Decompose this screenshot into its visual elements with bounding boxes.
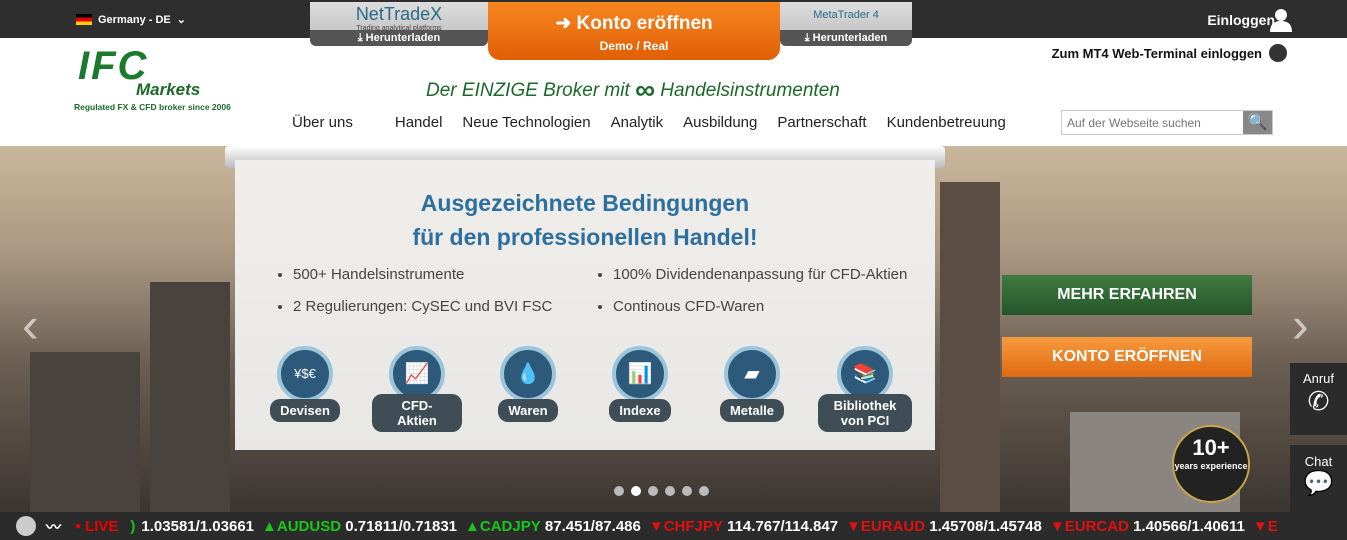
nav-kundenbetreuung[interactable]: Kundenbetreuung	[887, 114, 1006, 131]
mt4-web-terminal-link[interactable]: Zum MT4 Web-Terminal einloggen	[1052, 46, 1262, 61]
live-label: LIVE	[85, 517, 119, 535]
globe-icon	[1269, 44, 1287, 62]
open-account-sub: Demo / Real	[599, 39, 669, 53]
quote-symbol-chfjpy[interactable]: ▼CHFJPY	[649, 518, 723, 535]
quote-value: 87.451/87.486	[544, 517, 641, 535]
category-waren[interactable]: 💧 Waren	[483, 346, 573, 422]
nav-handel[interactable]: Handel	[395, 114, 443, 131]
login-link[interactable]: Einloggen	[1207, 12, 1275, 28]
arrow-right-icon: ➜	[555, 13, 572, 34]
quote-value: 1.40566/1.40611	[1133, 517, 1245, 535]
mt4-download[interactable]: MetaTrader 4 ⤓ Herunterladen	[780, 2, 912, 46]
slide-dots	[614, 486, 709, 496]
category-metalle[interactable]: ▰ Metalle	[707, 346, 797, 422]
open-account-button[interactable]: ➜ Konto eröffnen Demo / Real	[488, 2, 780, 60]
user-icon[interactable]	[1270, 8, 1292, 32]
gold-bars-icon: ▰	[724, 346, 780, 402]
ifc-seal-icon	[16, 516, 36, 536]
search-input[interactable]	[1062, 111, 1243, 134]
ifc-markets-logo[interactable]: IFC Markets Regulated FX & CFD broker si…	[74, 46, 238, 112]
quote-value: 114.767/114.847	[727, 517, 839, 535]
nettradex-download-button[interactable]: ⤓ Herunterladen	[310, 30, 488, 46]
infinity-icon: ∞	[635, 74, 655, 105]
category-devisen[interactable]: ¥$€ Devisen	[260, 346, 350, 422]
nav-partnerschaft[interactable]: Partnerschaft	[777, 114, 866, 131]
chart-line-icon: 〰	[46, 518, 62, 536]
quote-symbol-euraud[interactable]: ▼EURAUD	[846, 518, 925, 535]
slide-dot-active[interactable]	[631, 486, 641, 496]
phone-icon: ✆	[1307, 386, 1330, 416]
commodity-icon: 💧	[500, 346, 556, 402]
top-bar: Germany - DE ⌄ NetTradeX Trading analytica…	[0, 0, 1347, 60]
quote-symbol-audusd[interactable]: ▲AUDUSD	[262, 518, 341, 535]
more-info-button[interactable]: MEHR ERFAHREN	[1002, 275, 1252, 315]
slide-dot[interactable]	[648, 486, 658, 496]
call-button[interactable]: Anruf ✆	[1290, 363, 1347, 435]
prev-slide-arrow[interactable]: ‹	[22, 296, 39, 354]
features-right: 100% Dividendenanpassung für CFD-AktienC…	[585, 264, 915, 328]
chat-bubble-icon: 💬	[1303, 470, 1334, 497]
hero-title: Ausgezeichnete Bedingungen für den profes…	[412, 190, 758, 250]
nav-analytik[interactable]: Analytik	[611, 114, 664, 131]
quote-value: 1.03581/1.03661	[141, 517, 255, 535]
quote-symbol-partial[interactable]: ▼E	[1253, 518, 1278, 535]
slogan: Der EINZIGE Broker mit ∞ Handelsinstrume…	[426, 74, 840, 105]
nav-ueber-uns[interactable]: Über uns	[292, 114, 353, 131]
nav-neue-technologien[interactable]: Neue Technologien	[462, 114, 590, 131]
category-cfd-aktien[interactable]: 📈 CFD-Aktien	[372, 346, 462, 432]
next-slide-arrow[interactable]: ›	[1292, 296, 1309, 354]
country-selector[interactable]: Germany - DE ⌄	[76, 13, 186, 26]
features-left: 500+ Handelsinstrumente2 Regulierungen: …	[235, 264, 585, 328]
quote-symbol-eurcad[interactable]: ▼EURCAD	[1050, 518, 1129, 535]
category-indexe[interactable]: 📊 Indexe	[595, 346, 685, 422]
search-icon[interactable]: 🔍	[1243, 111, 1272, 134]
open-account-cta[interactable]: KONTO ERÖFFNEN	[1002, 337, 1252, 377]
chevron-down-icon: ⌄	[176, 14, 186, 26]
quote-value: 0.71811/0.71831	[345, 517, 458, 535]
nettradex-logo: NetTradeX Trading analytical platforms	[355, 4, 443, 32]
nettradex-download[interactable]: NetTradeX Trading analytical platforms ⤓ …	[310, 2, 488, 46]
quotes-ticker: 〰 ● LIVE ) 1.03581/1.03661 ▲AUDUSD 0.7181…	[0, 512, 1347, 540]
quote-symbol-cadjpy[interactable]: ▲CADJPY	[465, 518, 541, 535]
conditions-panel: Ausgezeichnete Bedingungen für den profes…	[235, 160, 935, 450]
slide-dot[interactable]	[682, 486, 692, 496]
bar-chart-icon: 📊	[612, 346, 668, 402]
quote-value: 1.45708/1.45748	[929, 517, 1042, 535]
main-nav: Über uns Handel Neue Technologien Analyt…	[292, 114, 1026, 131]
nav-ausbildung[interactable]: Ausbildung	[683, 114, 757, 131]
slide-dot[interactable]	[614, 486, 624, 496]
live-dot-icon: ●	[75, 520, 82, 532]
slide-dot[interactable]	[665, 486, 675, 496]
search-box: 🔍	[1061, 110, 1273, 135]
chat-button[interactable]: Chat 💬	[1290, 445, 1347, 512]
country-label: Germany - DE	[98, 13, 171, 26]
slide-dot[interactable]	[699, 486, 709, 496]
mt4-logo: MetaTrader 4	[813, 9, 879, 21]
category-bibliothek[interactable]: 📚 Bibliothek von PCI	[818, 346, 912, 432]
german-flag-icon	[76, 14, 92, 25]
mt4-download-button[interactable]: ⤓ Herunterladen	[780, 30, 912, 46]
currency-icon: ¥$€	[277, 346, 333, 402]
experience-badge: 10+ years experience	[1172, 425, 1250, 503]
